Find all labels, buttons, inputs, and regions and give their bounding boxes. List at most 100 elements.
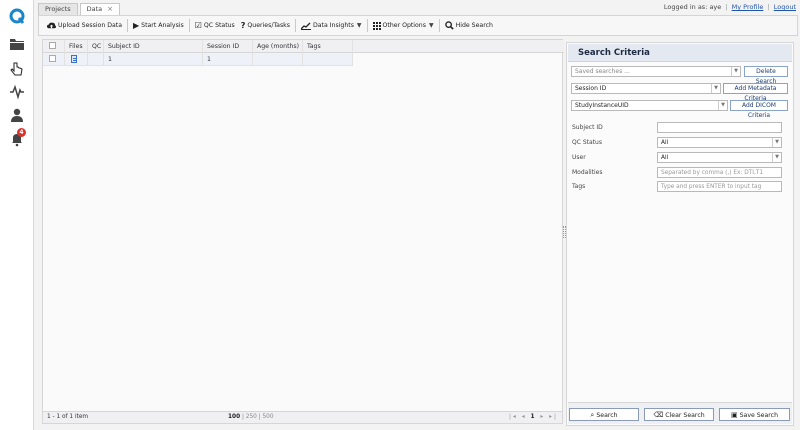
last-page-icon[interactable]: ▸| (549, 414, 558, 420)
upload-session-data-button[interactable]: Upload Session Data (44, 19, 125, 33)
qc-status-label: QC Status (572, 139, 602, 146)
add-metadata-criteria-button[interactable]: Add Metadata Criteria (723, 83, 788, 102)
user-label: User (572, 154, 586, 161)
upload-label: Upload Session Data (58, 22, 122, 29)
queries-tasks-button[interactable]: ? Queries/Tasks (238, 19, 293, 33)
tab-bar: Projects Data × (38, 3, 122, 15)
saved-searches-dropdown[interactable]: Saved searches ... ▼ (571, 66, 741, 77)
hide-search-label: Hide Search (455, 22, 493, 29)
user-value: All (661, 155, 669, 161)
subject-id-field[interactable] (657, 122, 782, 133)
left-navigation: 4 (0, 0, 34, 430)
subject-id-label: Subject ID (572, 124, 603, 131)
column-header-tags[interactable]: Tags (303, 40, 353, 53)
search-actions-bar: ⌕ Search ⌫ Clear Search ▣ Save Search (568, 402, 792, 424)
page-size-option[interactable]: 100 (228, 414, 240, 420)
data-grid: Files QC Subject ID Session ID Age (mont… (42, 39, 564, 424)
first-page-icon[interactable]: |◂ (509, 414, 518, 420)
clear-search-button[interactable]: ⌫ Clear Search (644, 408, 714, 421)
save-icon: ▣ (730, 411, 738, 419)
separator: | (767, 3, 770, 11)
clear-icon: ⌫ (653, 411, 664, 419)
start-analysis-button[interactable]: ▶ Start Analysis (130, 19, 187, 33)
qc-cell (88, 53, 104, 66)
row-checkbox[interactable] (49, 55, 56, 62)
chevron-down-icon: ▼ (356, 22, 362, 29)
user-icon[interactable] (9, 107, 25, 123)
select-all-checkbox[interactable] (49, 42, 56, 49)
checkbox-icon: ☑ (194, 21, 202, 30)
save-search-button[interactable]: ▣ Save Search (719, 408, 790, 421)
select-all-cell (43, 40, 65, 53)
page-navigation: |◂ ◂ 1 ▸ ▸| (509, 412, 558, 423)
chevron-down-icon: ▼ (718, 101, 727, 110)
column-header-session-id[interactable]: Session ID (203, 40, 253, 53)
data-insights-label: Data Insights (312, 22, 354, 29)
row-select-cell (43, 53, 65, 66)
save-search-label: Save Search (739, 412, 779, 419)
tags-field[interactable]: Type and press ENTER to input tag (657, 181, 782, 192)
column-header-age[interactable]: Age (months) (253, 40, 303, 53)
delete-search-button[interactable]: Delete Search (744, 66, 788, 85)
tab-data[interactable]: Data × (79, 3, 121, 15)
close-tab-icon[interactable]: × (107, 4, 113, 15)
search-icon (444, 21, 454, 30)
modalities-field[interactable]: Separated by comma (,) Ex: DTI,T1 (657, 167, 782, 178)
column-header-files[interactable]: Files (65, 40, 88, 53)
dicom-criteria-select[interactable]: StudyInstanceUID ▼ (571, 100, 728, 111)
toolbar: Upload Session Data ▶ Start Analysis ☑ Q… (38, 15, 798, 36)
pulse-icon[interactable] (9, 84, 25, 100)
grid-icon (372, 21, 381, 30)
toolbar-divider (127, 19, 128, 32)
subject-id-cell: 1 (104, 53, 203, 66)
logout-link[interactable]: Logout (774, 3, 796, 11)
next-page-icon[interactable]: ▸ (540, 414, 545, 420)
qc-status-select[interactable]: All ▼ (657, 137, 782, 148)
data-insights-button[interactable]: Data Insights ▼ (298, 19, 365, 33)
queries-label: Queries/Tasks (247, 22, 290, 29)
pager-info: 1 - 1 of 1 item (47, 414, 89, 420)
my-profile-link[interactable]: My Profile (732, 3, 764, 11)
modalities-label: Modalities (572, 169, 603, 176)
chevron-down-icon: ▼ (731, 67, 740, 76)
saved-searches-placeholder: Saved searches ... (575, 68, 630, 75)
clear-search-label: Clear Search (665, 412, 705, 419)
table-row[interactable]: 1 1 (43, 53, 353, 66)
column-header-subject-id[interactable]: Subject ID (104, 40, 203, 53)
logged-in-text: Logged in as: aye (663, 3, 722, 11)
other-options-button[interactable]: Other Options ▼ (370, 19, 437, 33)
tab-label: Data (86, 5, 103, 13)
column-header-qc[interactable]: QC (88, 40, 104, 53)
page-size-selector: 100 | 250 | 500 (228, 412, 274, 423)
page-size-option[interactable]: 250 (246, 414, 257, 420)
search-button-label: Search (596, 412, 618, 419)
pager: 1 - 1 of 1 item 100 | 250 | 500 |◂ ◂ 1 ▸… (43, 411, 562, 423)
add-dicom-criteria-button[interactable]: Add DICOM Criteria (730, 100, 788, 119)
toolbar-divider (294, 19, 296, 32)
hand-pointer-icon[interactable] (9, 61, 25, 77)
separator: | (725, 3, 728, 11)
dicom-criteria-value: StudyInstanceUID (575, 102, 629, 109)
qc-status-button[interactable]: ☑ QC Status (192, 19, 238, 33)
q-logo-icon[interactable] (9, 8, 25, 24)
metadata-criteria-select[interactable]: Session ID ▼ (571, 83, 721, 94)
tab-projects[interactable]: Projects (38, 3, 78, 15)
folder-icon[interactable] (9, 36, 25, 52)
page-size-option[interactable]: 500 (262, 414, 273, 420)
search-button[interactable]: ⌕ Search (569, 408, 639, 421)
line-chart-icon (300, 22, 311, 30)
file-icon[interactable] (71, 55, 77, 63)
prev-page-icon[interactable]: ◂ (522, 414, 527, 420)
metadata-criteria-value: Session ID (575, 85, 607, 92)
toolbar-divider (438, 19, 440, 32)
tags-cell (303, 53, 353, 66)
toolbar-divider (366, 19, 368, 32)
current-page[interactable]: 1 (530, 414, 536, 420)
search-criteria-panel: Search Criteria Saved searches ... ▼ Del… (566, 42, 794, 426)
chevron-down-icon: ▼ (711, 84, 720, 93)
chevron-down-icon: ▼ (772, 138, 781, 147)
hide-search-button[interactable]: Hide Search (442, 19, 496, 33)
user-select[interactable]: All ▼ (657, 152, 782, 163)
age-cell (253, 53, 303, 66)
start-analysis-label: Start Analysis (141, 22, 184, 29)
